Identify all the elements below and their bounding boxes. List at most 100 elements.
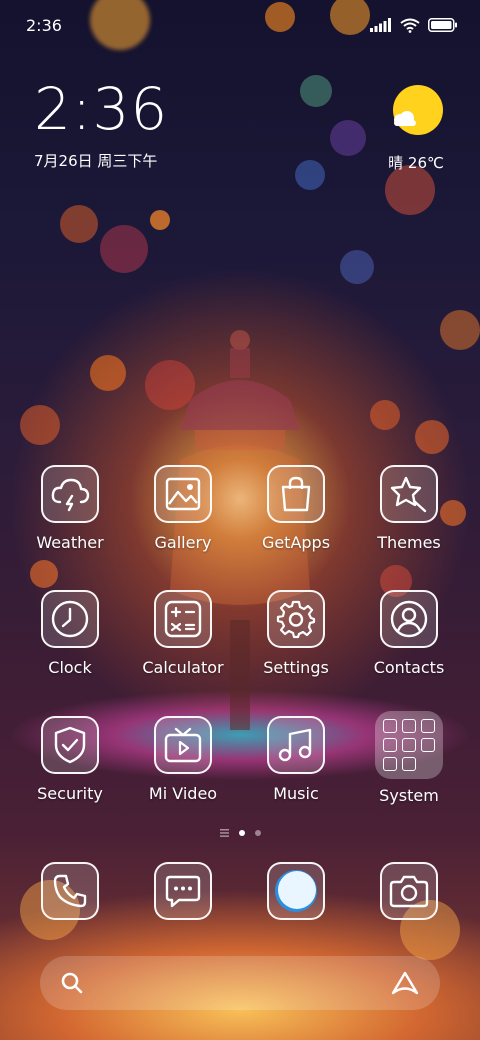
star-brush-icon (390, 476, 427, 513)
camera-icon (389, 875, 429, 908)
app-label: Weather (36, 533, 104, 552)
app-security[interactable]: Security (22, 716, 118, 803)
battery-icon (428, 18, 457, 32)
calculator-icon (164, 600, 202, 638)
app-tile (154, 465, 212, 523)
app-settings[interactable]: Settings (248, 590, 344, 677)
browser-icon (275, 870, 317, 912)
app-music[interactable]: Music (248, 716, 344, 803)
clock-widget-time: 2:36 (34, 75, 169, 143)
app-label: Mi Video (148, 784, 218, 803)
bokeh-light (90, 355, 126, 391)
app-label: Themes (377, 533, 441, 552)
page-dot[interactable] (254, 830, 261, 836)
app-label: System (379, 786, 439, 805)
weather-temperature: 26℃ (407, 154, 444, 172)
app-tile (154, 590, 212, 648)
app-contacts[interactable]: Contacts (361, 590, 457, 677)
app-tile (267, 590, 325, 648)
bokeh-light (415, 420, 449, 454)
signal-icon (370, 18, 391, 32)
mini-app-icon (402, 719, 416, 733)
shield-check-icon (54, 726, 86, 764)
clock-widget-date: 7月26日 周三下午 (34, 152, 158, 170)
app-label: Gallery (154, 533, 212, 552)
status-bar: 2:36 (26, 12, 458, 38)
dock-browser[interactable] (248, 862, 344, 920)
app-label: Contacts (373, 658, 445, 677)
app-tile (267, 716, 325, 774)
app-tile (154, 716, 212, 774)
bokeh-light (60, 205, 98, 243)
dock-phone[interactable] (22, 862, 118, 920)
contact-icon (390, 600, 428, 638)
bokeh-light (300, 75, 332, 107)
search-bar[interactable] (40, 956, 440, 1010)
bokeh-light (440, 310, 480, 350)
bokeh-light (100, 225, 148, 273)
status-time: 2:36 (26, 15, 62, 35)
bokeh-light (30, 560, 58, 588)
app-weather[interactable]: Weather (22, 465, 118, 552)
mini-app-icon (421, 738, 435, 752)
app-tile (380, 590, 438, 648)
bokeh-light (370, 400, 400, 430)
bokeh-light (340, 250, 374, 284)
phone-icon (53, 874, 87, 908)
app-mi-video[interactable]: Mi Video (135, 716, 231, 803)
mini-app-icon (402, 757, 416, 771)
mini-app-icon (383, 738, 397, 752)
mini-app-icon (383, 719, 397, 733)
app-label: Calculator (142, 658, 224, 677)
gear-icon (276, 600, 316, 639)
assistant-icon[interactable] (390, 970, 420, 996)
app-label: Music (273, 784, 319, 803)
app-themes[interactable]: Themes (361, 465, 457, 552)
message-icon (165, 875, 201, 908)
app-tile (41, 465, 99, 523)
app-tile (41, 716, 99, 774)
clock-icon (51, 600, 89, 638)
music-note-icon (278, 728, 312, 762)
app-tile (41, 862, 99, 920)
app-tile (380, 465, 438, 523)
wifi-icon (400, 18, 420, 33)
cloud-lightning-icon (51, 478, 90, 512)
dock-camera[interactable] (361, 862, 457, 920)
page-dot-active[interactable] (238, 830, 245, 836)
mini-app-icon (421, 719, 435, 733)
app-tile (41, 590, 99, 648)
status-icons (370, 18, 458, 33)
app-tile (267, 465, 325, 523)
app-tile (154, 862, 212, 920)
app-clock[interactable]: Clock (22, 590, 118, 677)
folder-icon (375, 711, 443, 779)
menu-lines-icon[interactable] (219, 829, 229, 837)
weather-widget[interactable]: 晴 26℃ (388, 84, 444, 173)
bokeh-light (330, 120, 366, 156)
dock-messages[interactable] (135, 862, 231, 920)
app-label: Clock (48, 658, 92, 677)
app-getapps[interactable]: GetApps (248, 465, 344, 552)
search-icon[interactable] (60, 971, 84, 995)
app-tile (267, 862, 325, 920)
page-indicator (0, 829, 480, 837)
image-icon (165, 477, 201, 511)
app-label: GetApps (261, 533, 331, 552)
weather-condition: 晴 (388, 154, 404, 172)
bokeh-light (295, 160, 325, 190)
mini-app-icon (383, 757, 397, 771)
sunny-cloud-icon (393, 85, 443, 135)
mini-app-icon (402, 738, 416, 752)
bokeh-light (20, 405, 60, 445)
app-label: Settings (263, 658, 329, 677)
shopping-bag-icon (281, 476, 311, 512)
app-tile (380, 862, 438, 920)
bokeh-light (150, 210, 170, 230)
app-gallery[interactable]: Gallery (135, 465, 231, 552)
clock-widget[interactable]: 2:36 7月26日 周三下午 (34, 80, 168, 171)
app-system-folder[interactable]: System (361, 711, 457, 805)
app-label: Security (37, 784, 103, 803)
tv-play-icon (164, 727, 202, 763)
app-calculator[interactable]: Calculator (135, 590, 231, 677)
